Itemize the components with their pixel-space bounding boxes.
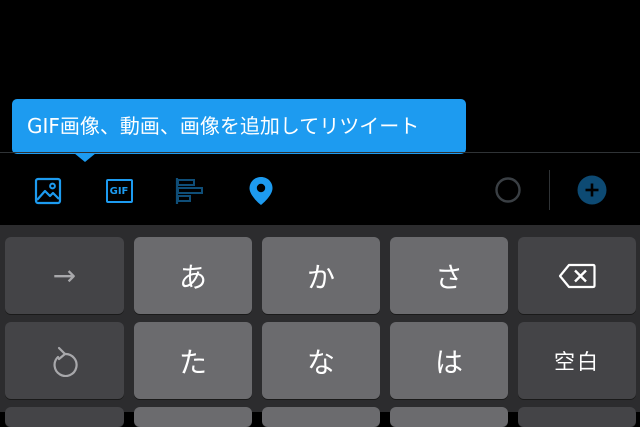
compose-toolbar: GIF: [0, 153, 640, 225]
gif-icon: GIF: [105, 179, 133, 203]
toolbar-separator: [549, 170, 550, 210]
key-row3-1[interactable]: [5, 407, 124, 427]
tooltip: GIF画像、動画、画像を追加してリツイート: [12, 99, 466, 154]
tooltip-text: GIF画像、動画、画像を追加してリツイート: [27, 114, 420, 138]
key-row3-4[interactable]: [390, 407, 508, 427]
arrow-right-icon: →: [52, 259, 77, 292]
key-backspace[interactable]: [518, 237, 636, 314]
key-a[interactable]: あ: [134, 237, 252, 314]
key-ka[interactable]: か: [262, 237, 380, 314]
location-button[interactable]: [243, 173, 279, 209]
key-ha-label: は: [434, 345, 463, 379]
poll-icon: [175, 178, 203, 204]
key-ka-label: か: [306, 260, 335, 294]
image-icon: [34, 177, 62, 205]
progress-ring-icon: [495, 177, 521, 203]
key-sa-label: さ: [434, 260, 463, 294]
key-a-label: あ: [178, 260, 207, 294]
key-space[interactable]: 空白: [518, 322, 636, 399]
backspace-icon: [558, 263, 596, 288]
gif-button[interactable]: GIF: [101, 173, 137, 209]
poll-button[interactable]: [171, 173, 207, 209]
add-tweet-button[interactable]: [575, 173, 609, 207]
key-arrow-right[interactable]: →: [5, 237, 124, 314]
key-ta[interactable]: た: [134, 322, 252, 399]
key-sa[interactable]: さ: [390, 237, 508, 314]
location-pin-icon: [249, 177, 273, 205]
key-na-label: な: [306, 345, 335, 379]
character-count-ring: [491, 173, 525, 207]
plus-icon: [577, 175, 607, 205]
key-row3-2[interactable]: [134, 407, 252, 427]
key-ha[interactable]: は: [390, 322, 508, 399]
key-ta-label: た: [178, 345, 207, 379]
key-space-label: 空白: [554, 349, 600, 374]
key-row3-5[interactable]: [518, 407, 636, 427]
media-button[interactable]: [30, 173, 66, 209]
key-undo[interactable]: [5, 322, 124, 399]
keyboard: → あ か さ た な は 空白: [0, 225, 640, 427]
key-row3-3[interactable]: [262, 407, 380, 427]
gif-label: GIF: [109, 185, 129, 197]
key-na[interactable]: な: [262, 322, 380, 399]
undo-icon: [53, 346, 78, 377]
